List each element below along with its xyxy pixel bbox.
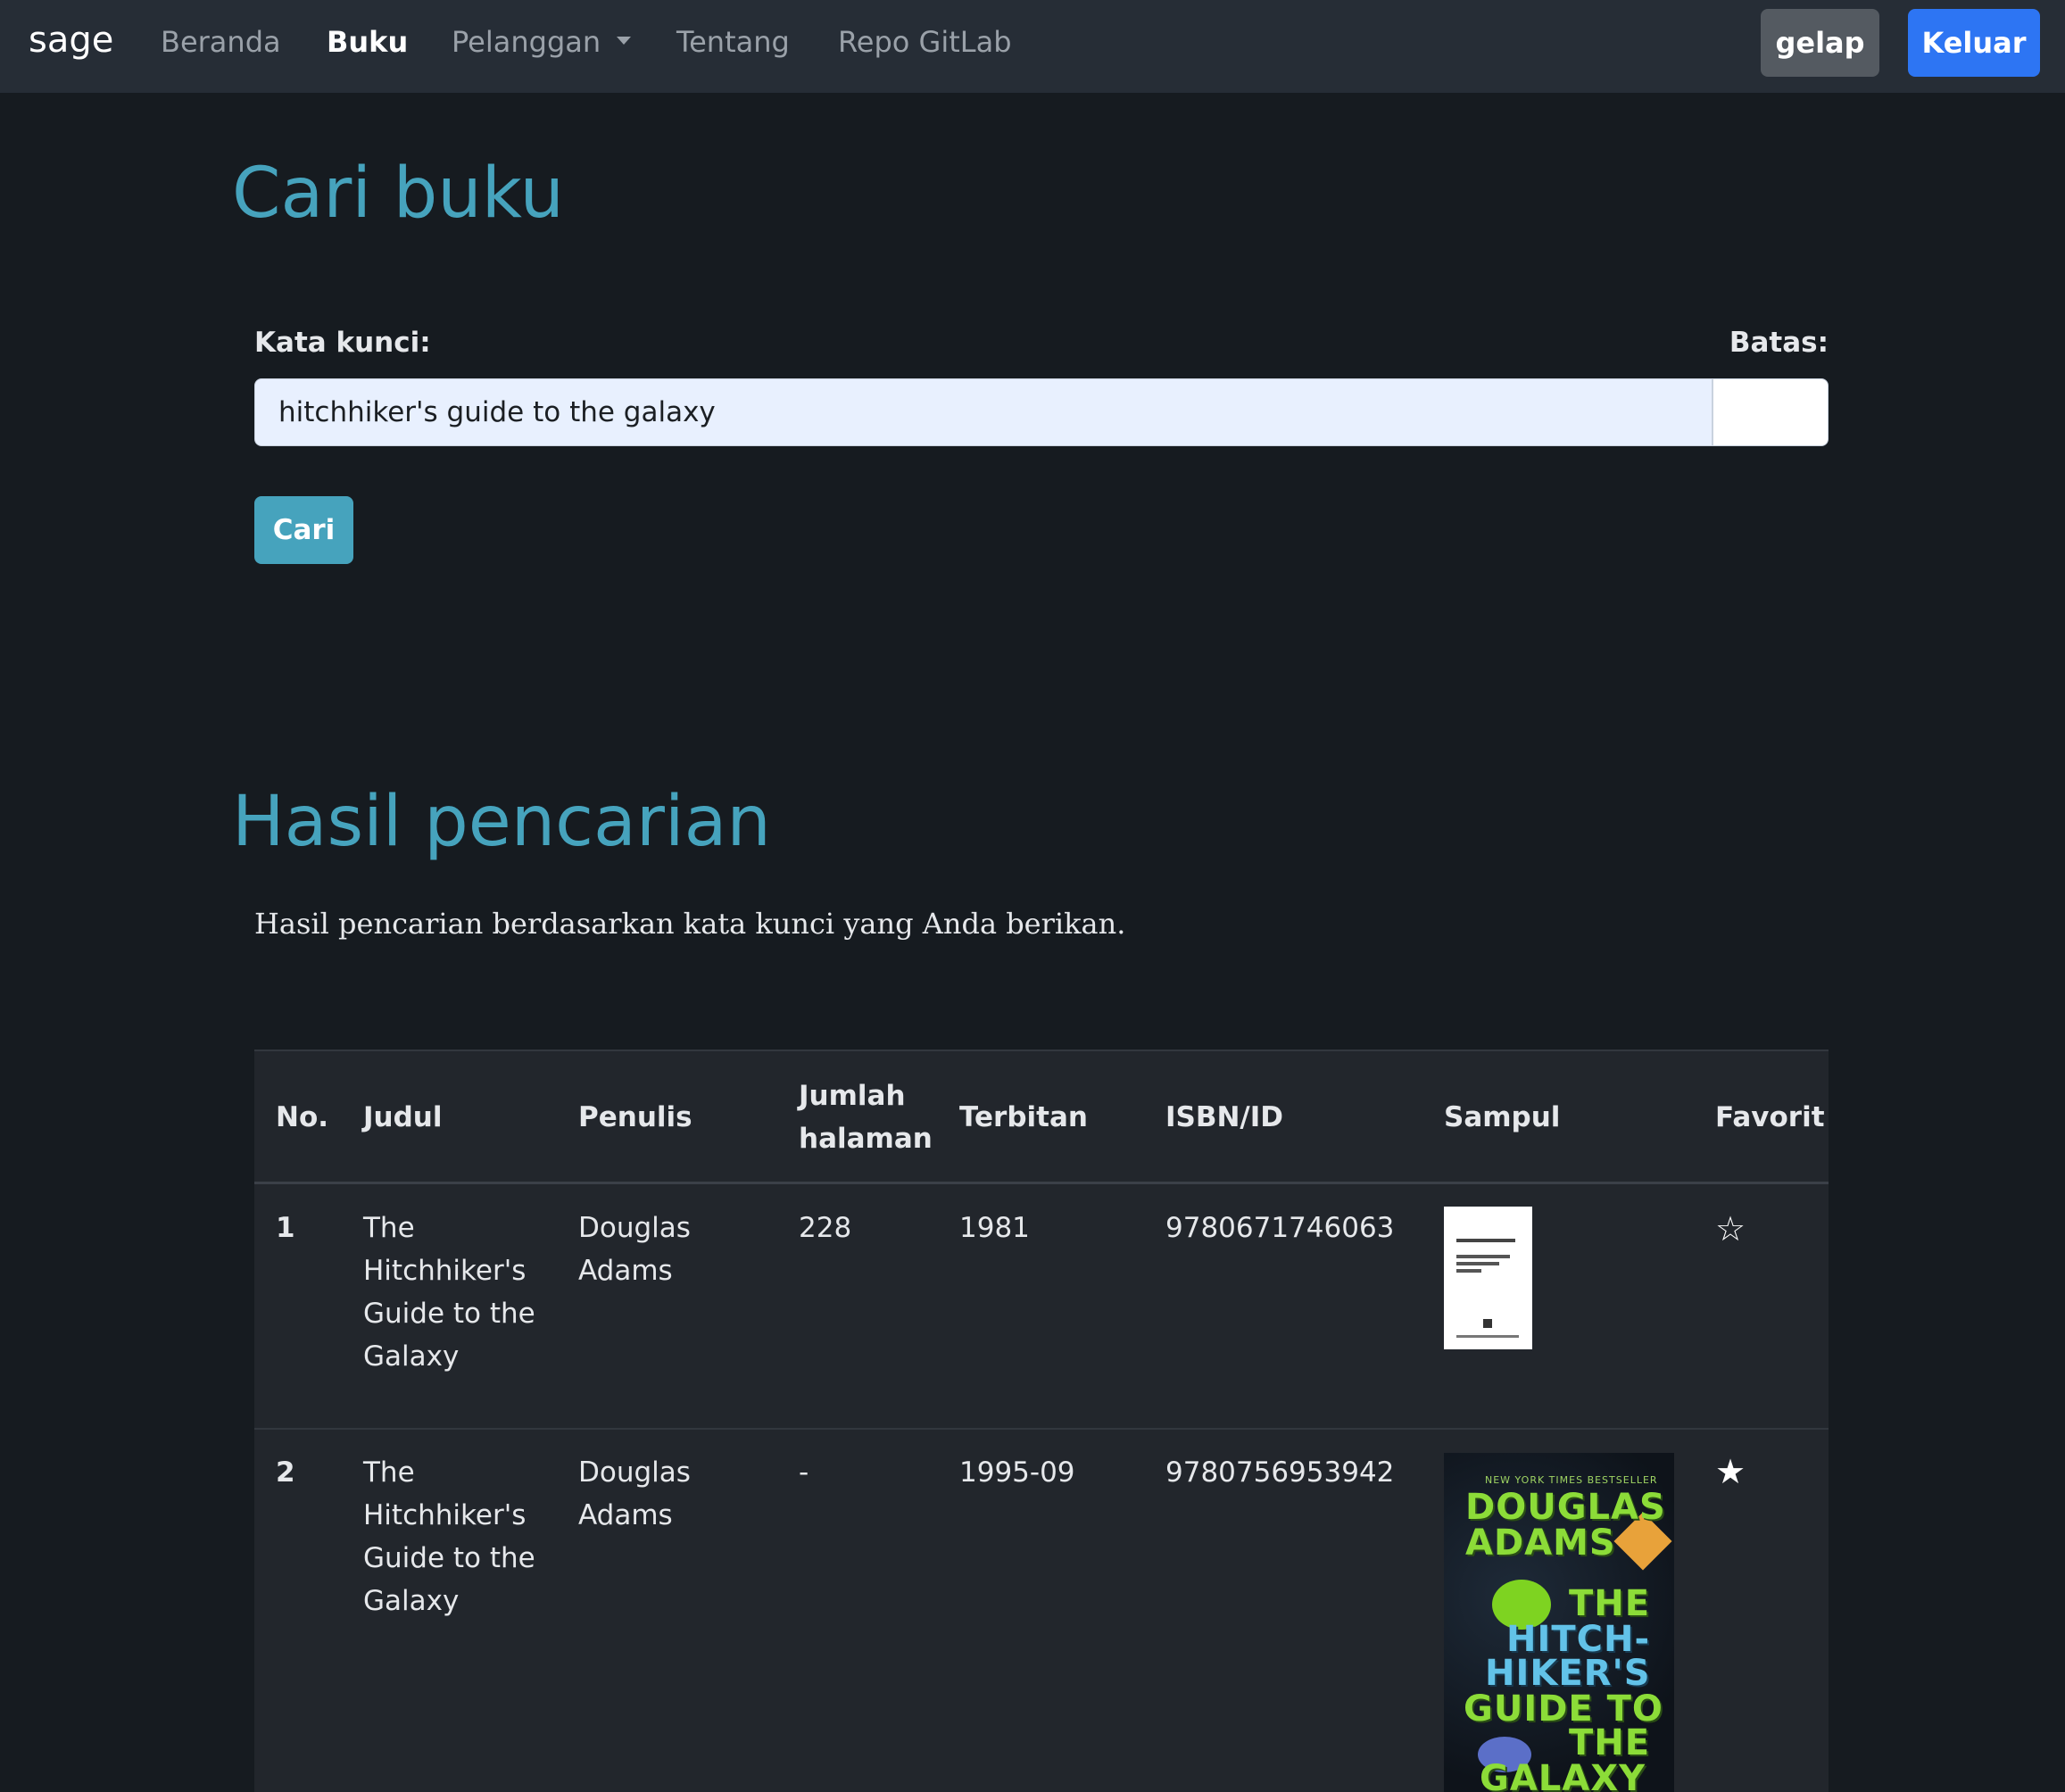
cover-title-line: GALAXY — [1480, 1758, 1646, 1792]
book-title-line: The — [363, 1456, 415, 1489]
book-pages: 228 — [799, 1212, 852, 1244]
column-header-author: Penulis — [578, 1101, 692, 1133]
row-number: 1 — [276, 1212, 295, 1244]
book-isbn: 9780671746063 — [1165, 1212, 1395, 1244]
book-title[interactable]: The Hitchhiker's Guide to the Galaxy — [363, 1207, 535, 1378]
results-table: No. Judul Penulis Jumlah halaman Terbita… — [254, 1049, 1829, 1792]
cover-text-line — [1456, 1255, 1510, 1258]
brand-logo[interactable]: sage — [29, 20, 113, 61]
column-header-favorite: Favorit — [1715, 1101, 1825, 1133]
nav-link-home[interactable]: Beranda — [161, 25, 281, 59]
logout-button[interactable]: Keluar — [1908, 9, 2040, 77]
nav-link-about[interactable]: Tentang — [676, 25, 790, 59]
column-header-published: Terbitan — [959, 1101, 1088, 1133]
column-header-title: Judul — [363, 1101, 443, 1133]
nav-dropdown-label: Pelanggan — [452, 25, 601, 59]
limit-input[interactable] — [1713, 378, 1829, 446]
cover-author-line: ADAMS — [1465, 1522, 1616, 1564]
book-isbn: 9780756953942 — [1165, 1456, 1395, 1489]
cover-text-line — [1456, 1335, 1519, 1338]
column-header-cover: Sampul — [1444, 1101, 1561, 1133]
book-title-line: The — [363, 1212, 415, 1244]
book-cover-image[interactable] — [1444, 1207, 1532, 1349]
keyword-input[interactable]: hitchhiker's guide to the galaxy — [254, 378, 1713, 446]
cover-text-line — [1456, 1262, 1499, 1265]
column-header-pages: Jumlah halaman — [799, 1074, 933, 1160]
keyword-label: Kata kunci: — [254, 327, 431, 359]
book-title-line: Hitchhiker's — [363, 1499, 527, 1531]
search-page-title: Cari buku — [232, 153, 564, 234]
column-header-isbn: ISBN/ID — [1165, 1101, 1284, 1133]
author-line: Adams — [578, 1499, 673, 1531]
nav-link-gitlab-repo[interactable]: Repo GitLab — [838, 25, 1012, 59]
nav-dropdown-customers[interactable]: Pelanggan — [452, 25, 632, 59]
book-title-line: Galaxy — [363, 1585, 460, 1617]
cover-text-line — [1456, 1239, 1515, 1242]
row-divider — [254, 1428, 1829, 1430]
header-divider — [254, 1182, 1829, 1184]
limit-label: Batas: — [1729, 327, 1829, 359]
book-title[interactable]: The Hitchhiker's Guide to the Galaxy — [363, 1451, 535, 1622]
book-published: 1995-09 — [959, 1456, 1075, 1489]
book-author: Douglas Adams — [578, 1451, 691, 1537]
chevron-down-icon — [617, 36, 632, 45]
book-published: 1981 — [959, 1212, 1030, 1244]
column-header-pages-line2: halaman — [799, 1123, 933, 1155]
author-line: Adams — [578, 1255, 673, 1287]
column-header-pages-line1: Jumlah — [799, 1080, 906, 1112]
search-button[interactable]: Cari — [254, 496, 353, 564]
nav-link-books[interactable]: Buku — [327, 25, 408, 59]
book-title-line: Hitchhiker's — [363, 1255, 527, 1287]
row-number: 2 — [276, 1456, 295, 1489]
theme-toggle-button[interactable]: gelap — [1761, 9, 1879, 77]
results-title: Hasil pencarian — [232, 782, 771, 862]
author-line: Douglas — [578, 1456, 691, 1489]
publisher-logo — [1483, 1319, 1492, 1328]
cover-tagline: NEW YORK TIMES BESTSELLER — [1485, 1474, 1658, 1486]
book-pages: - — [799, 1456, 809, 1489]
book-title-line: Galaxy — [363, 1340, 460, 1373]
star-filled-icon[interactable]: ★ — [1715, 1455, 1746, 1489]
author-line: Douglas — [578, 1212, 691, 1244]
book-author: Douglas Adams — [578, 1207, 691, 1292]
book-cover-image[interactable]: NEW YORK TIMES BESTSELLER DOUGLAS ADAMS … — [1444, 1453, 1674, 1792]
navbar: sage Beranda Buku Pelanggan Tentang Repo… — [0, 0, 2065, 93]
star-outline-icon[interactable]: ☆ — [1715, 1212, 1746, 1246]
results-description: Hasil pencarian berdasarkan kata kunci y… — [254, 907, 1126, 941]
cover-text-line — [1456, 1269, 1481, 1273]
book-title-line: Guide to the — [363, 1298, 535, 1330]
book-title-line: Guide to the — [363, 1542, 535, 1574]
column-header-no: No. — [276, 1101, 329, 1133]
